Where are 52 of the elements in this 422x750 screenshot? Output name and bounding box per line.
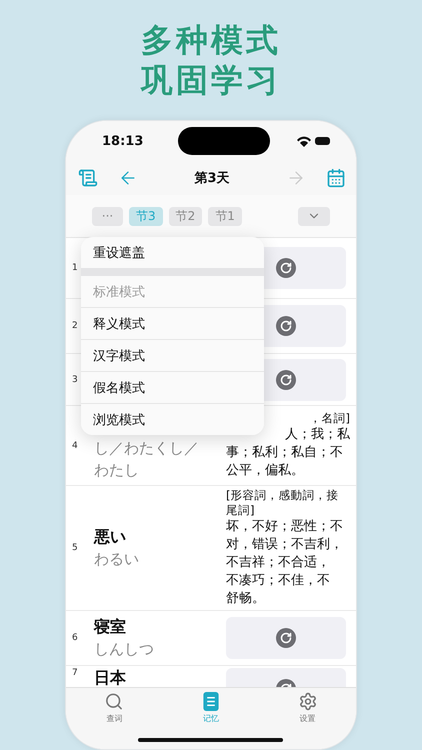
menu-item[interactable]: 释义模式	[81, 307, 264, 339]
more-button[interactable]: ···	[92, 206, 123, 226]
part-of-speech: 尾詞]	[226, 503, 256, 518]
reveal-icon	[276, 316, 296, 336]
menu-item[interactable]: 假名模式	[81, 371, 264, 403]
meaning-text: 对，错误；不吉利，	[226, 536, 344, 554]
row-number: 5	[71, 543, 79, 553]
status-icons	[296, 135, 332, 147]
reveal-icon	[276, 370, 296, 390]
meaning-text: 人；我；私	[284, 426, 350, 444]
row-number: 3	[71, 374, 79, 384]
word-text: 悪い	[94, 526, 127, 548]
part-of-speech: ，名詞]	[308, 411, 350, 426]
menu-item[interactable]: 重设遮盖	[81, 237, 264, 268]
reveal-icon	[276, 628, 296, 648]
meaning-text: 不凑巧；不佳，不	[226, 572, 331, 590]
reading-text: しんしつ	[94, 638, 155, 660]
tab-item[interactable]: 查词	[84, 692, 144, 724]
status-time: 18:13	[102, 134, 144, 148]
list-icon	[202, 692, 219, 711]
search-icon	[104, 692, 124, 711]
row-number: 4	[71, 440, 79, 450]
part-of-speech: [形容詞，感動詞，接	[226, 488, 340, 503]
row-number: 2	[71, 321, 79, 331]
reading-text: わるい	[94, 548, 140, 570]
expand-button[interactable]	[298, 206, 330, 226]
headline: 巩固学习	[141, 62, 281, 98]
scroll-icon[interactable]	[78, 168, 98, 188]
row-number: 1	[71, 263, 79, 273]
meaning-text: 舒畅。	[226, 590, 266, 608]
covered-meaning[interactable]	[226, 617, 346, 659]
meaning-text: 公平，偏私。	[226, 462, 305, 480]
menu-item[interactable]: 浏览模式	[81, 403, 264, 435]
section-tab[interactable]: 节1	[208, 206, 242, 226]
calendar-icon[interactable]	[326, 168, 346, 188]
tab-item[interactable]: 设置	[278, 692, 338, 724]
meaning-text: 不吉祥；不合适，	[226, 554, 331, 572]
nav-title: 第3天	[194, 170, 230, 187]
reading-text: し／わたくし／	[94, 438, 200, 458]
settings-icon	[298, 692, 318, 711]
section-tab[interactable]: 节2	[168, 206, 202, 226]
meaning-text: 事；私利；私自；不	[226, 444, 344, 462]
word-text: 寝室	[94, 616, 127, 638]
word-text: 日本	[94, 668, 127, 687]
menu-item[interactable]: 汉字模式	[81, 339, 264, 371]
row-number: 7	[71, 668, 79, 678]
reading-text: わたし	[94, 460, 140, 480]
meaning-text: 坏，不好；恶性；不	[226, 518, 344, 536]
row-number: 6	[71, 633, 79, 643]
reveal-icon	[276, 258, 296, 278]
headline: 多种模式	[141, 22, 281, 58]
tab-item[interactable]: 记忆	[180, 692, 241, 724]
